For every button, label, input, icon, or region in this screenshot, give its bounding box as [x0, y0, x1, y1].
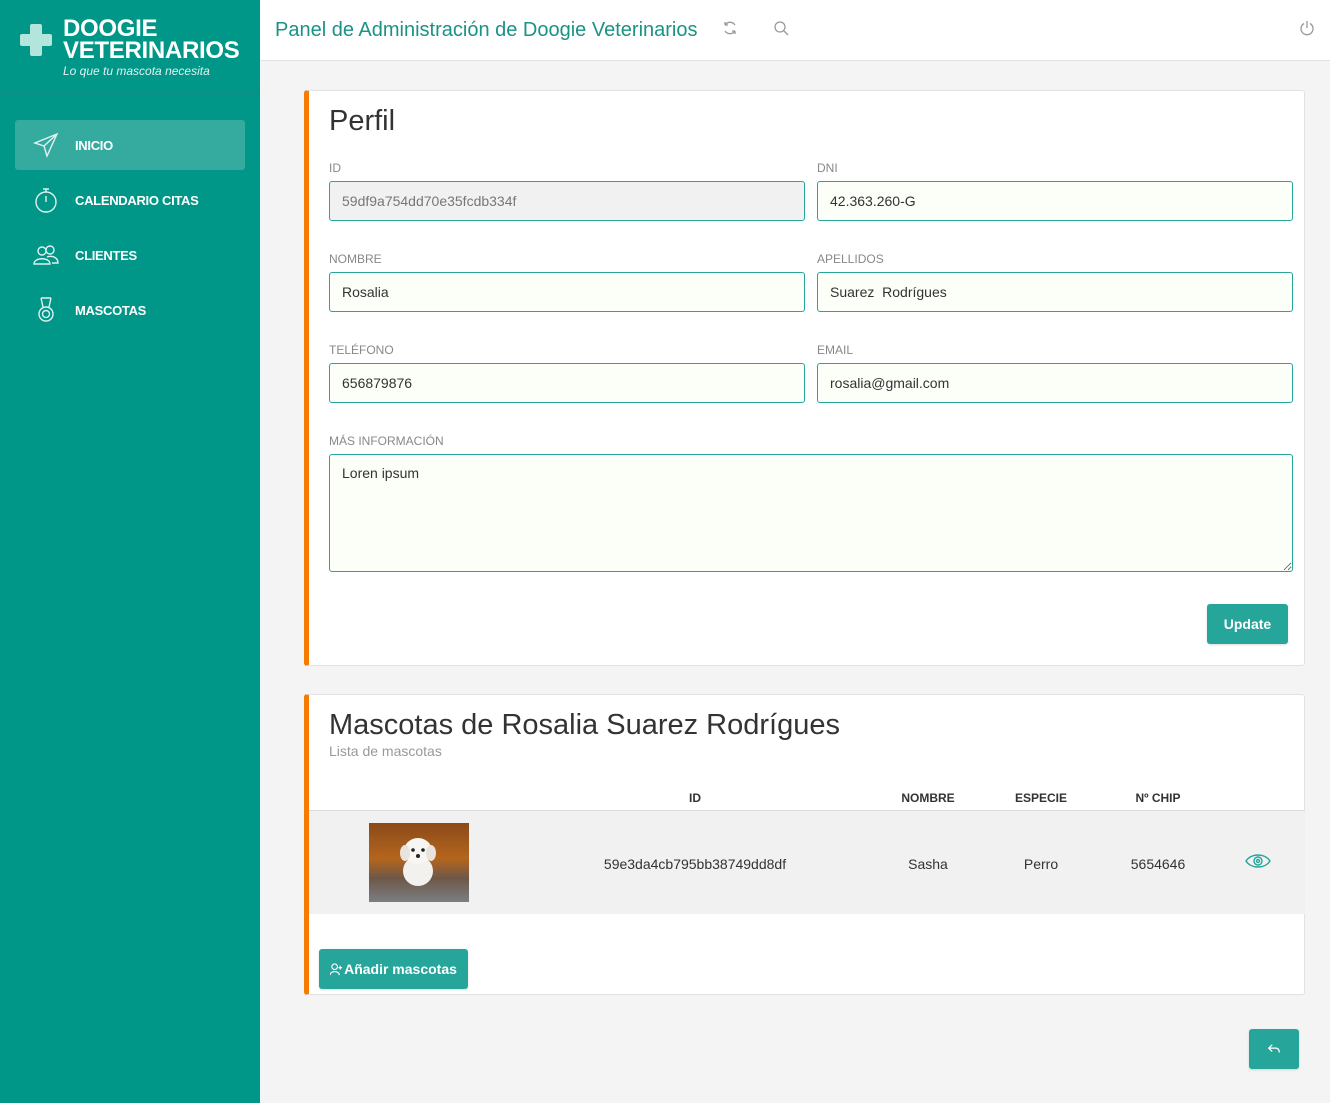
top-header: Panel de Administración de Doogie Veteri… [260, 0, 1330, 61]
dog-image [400, 838, 436, 886]
dni-field[interactable] [817, 181, 1293, 221]
stopwatch-icon [33, 187, 59, 213]
pet-especie: Perro [1023, 856, 1059, 872]
apellidos-label: APELLIDOS [817, 252, 884, 266]
power-icon[interactable] [1299, 20, 1317, 38]
apellidos-field[interactable] [817, 272, 1293, 312]
sidebar-item-mascotas[interactable]: MASCOTAS [15, 285, 245, 335]
sidebar-item-label: CALENDARIO CITAS [75, 192, 199, 208]
brand-name: DOOGIE VETERINARIOS [63, 15, 240, 64]
sidebar-item-label: MASCOTAS [75, 302, 147, 318]
view-eye-icon[interactable] [1245, 851, 1271, 871]
info-textarea[interactable]: Loren ipsum [329, 454, 1293, 572]
paper-plane-icon [33, 132, 59, 158]
profile-card: Perfil ID DNI NOMBRE APELLIDOS TELÉFONO … [304, 90, 1305, 666]
nombre-label: NOMBRE [329, 252, 382, 266]
pets-title: Mascotas de Rosalia Suarez Rodrígues [329, 709, 840, 741]
add-user-icon [330, 962, 343, 975]
profile-title: Perfil [329, 105, 396, 137]
sidebar-item-clientes[interactable]: CLIENTES [15, 230, 245, 280]
column-header-especie: ESPECIE [1014, 791, 1068, 805]
page-title: Panel de Administración de Doogie Veteri… [275, 19, 698, 41]
add-pets-button[interactable]: Añadir mascotas [319, 949, 468, 989]
sidebar-item-label: INICIO [75, 137, 113, 153]
search-icon[interactable] [773, 20, 791, 38]
medal-icon [33, 297, 59, 323]
pet-nombre: Sasha [908, 856, 948, 872]
id-label: ID [329, 161, 341, 175]
pet-photo [369, 823, 469, 902]
add-pets-label: Añadir mascotas [344, 961, 457, 977]
column-header-nombre: NOMBRE [901, 791, 955, 805]
medical-cross-icon [20, 24, 52, 56]
nombre-field[interactable] [329, 272, 805, 312]
sidebar-item-label: CLIENTES [75, 247, 137, 263]
table-row: 59e3da4cb795bb38749dd8df Sasha Perro 565… [309, 811, 1305, 914]
back-button[interactable] [1249, 1029, 1299, 1069]
email-field[interactable] [817, 363, 1293, 403]
brand-logo[interactable]: DOOGIE VETERINARIOS Lo que tu mascota ne… [0, 0, 260, 95]
pets-subtitle: Lista de mascotas [329, 743, 442, 759]
id-field [329, 181, 805, 221]
sidebar-item-calendario-citas[interactable]: CALENDARIO CITAS [15, 175, 245, 225]
pet-id: 59e3da4cb795bb38749dd8df [603, 856, 787, 872]
sidebar-nav: INICIO CALENDARIO CITAS CLIENTES MASCOTA… [15, 120, 245, 340]
pets-card: Mascotas de Rosalia Suarez Rodrígues Lis… [304, 694, 1305, 995]
sidebar-item-inicio[interactable]: INICIO [15, 120, 245, 170]
telefono-field[interactable] [329, 363, 805, 403]
brand-tagline: Lo que tu mascota necesita [63, 64, 210, 78]
reply-arrow-icon [1267, 1044, 1280, 1053]
sidebar: DOOGIE VETERINARIOS Lo que tu mascota ne… [0, 0, 260, 1103]
dni-label: DNI [817, 161, 838, 175]
column-header-chip: Nº CHIP [1135, 791, 1181, 805]
pet-chip: 5654646 [1130, 856, 1186, 872]
table-header: ID NOMBRE ESPECIE Nº CHIP [309, 791, 1305, 811]
email-label: EMAIL [817, 343, 854, 357]
refresh-icon[interactable] [722, 20, 740, 38]
column-header-id: ID [689, 791, 701, 805]
info-label: MÁS INFORMACIÓN [329, 434, 444, 448]
users-icon [33, 242, 59, 268]
telefono-label: TELÉFONO [329, 343, 394, 357]
update-button[interactable]: Update [1207, 604, 1288, 644]
